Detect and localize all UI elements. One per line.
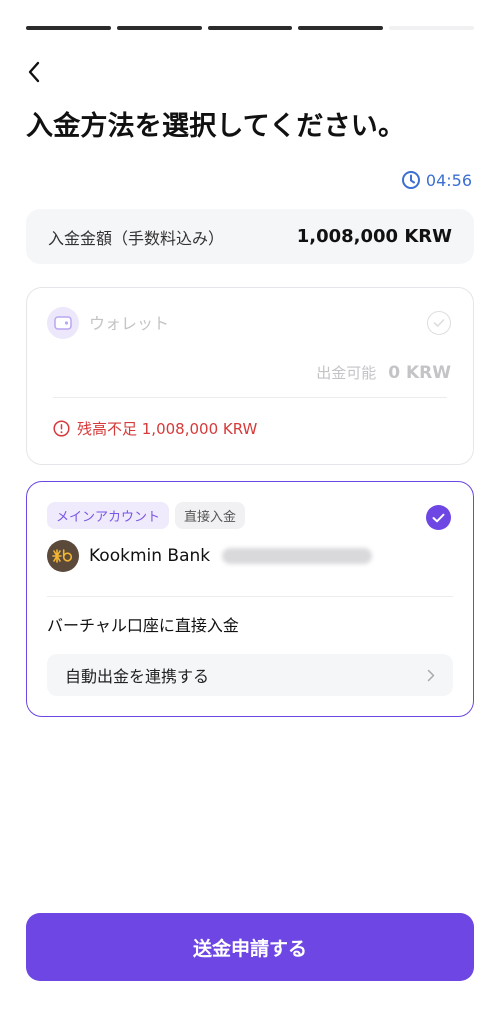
amount-label: 入金金額（手数料込み）	[48, 228, 225, 248]
progress-step-3	[207, 26, 293, 30]
warning-text: 残高不足 1,008,000 KRW	[77, 420, 258, 438]
chevron-right-icon	[427, 669, 435, 681]
insufficient-balance-warning: 残高不足 1,008,000 KRW	[53, 418, 257, 439]
kookmin-bank-logo-icon	[47, 540, 79, 572]
virtual-account-text: バーチャル口座に直接入金	[47, 616, 239, 635]
main-account-badge: メインアカウント	[47, 502, 170, 529]
auto-withdraw-label: 自動出金を連携する	[65, 667, 210, 686]
wallet-icon	[47, 307, 79, 339]
bank-account-row: Kookmin Bank	[47, 540, 373, 572]
available-value: 0 KRW	[388, 363, 451, 383]
page-title: 入金方法を選択してください。	[26, 111, 406, 142]
bank-badges: メインアカウント 直接入金	[47, 502, 246, 529]
amount-value: 1,008,000 KRW	[296, 226, 452, 247]
submit-transfer-button[interactable]: 送金申請する	[26, 913, 474, 981]
wallet-available: 出金可能 0 KRW	[316, 362, 451, 383]
bank-name: Kookmin Bank	[89, 546, 211, 566]
divider	[53, 397, 447, 398]
wallet-check-icon	[427, 311, 451, 335]
chevron-left-icon	[28, 61, 40, 83]
timer-value: 04:56	[425, 170, 472, 190]
auto-withdraw-link-button[interactable]: 自動出金を連携する	[47, 654, 453, 696]
wallet-option-card[interactable]: ウォレット 出金可能 0 KRW 残高不足 1,008,000 KRW	[26, 287, 474, 465]
countdown-timer: 04:56	[401, 170, 472, 190]
deposit-amount-box: 入金金額（手数料込み） 1,008,000 KRW	[26, 209, 474, 264]
warning-icon	[53, 420, 70, 437]
clock-icon	[401, 171, 420, 189]
progress-steps	[26, 26, 474, 30]
direct-deposit-badge: 直接入金	[175, 502, 246, 529]
progress-step-1	[26, 26, 111, 30]
available-label: 出金可能	[316, 364, 377, 382]
masked-account-number	[222, 548, 373, 564]
wallet-name: ウォレット	[89, 314, 170, 333]
back-button[interactable]	[20, 58, 48, 86]
divider	[47, 596, 453, 597]
selected-check-icon	[426, 505, 451, 530]
progress-step-5	[389, 26, 474, 30]
progress-step-2	[116, 26, 202, 30]
bank-option-card[interactable]: メインアカウント 直接入金 Kookmin Bank バーチャル口座に直接入金 …	[26, 481, 474, 717]
progress-step-4	[298, 26, 384, 30]
